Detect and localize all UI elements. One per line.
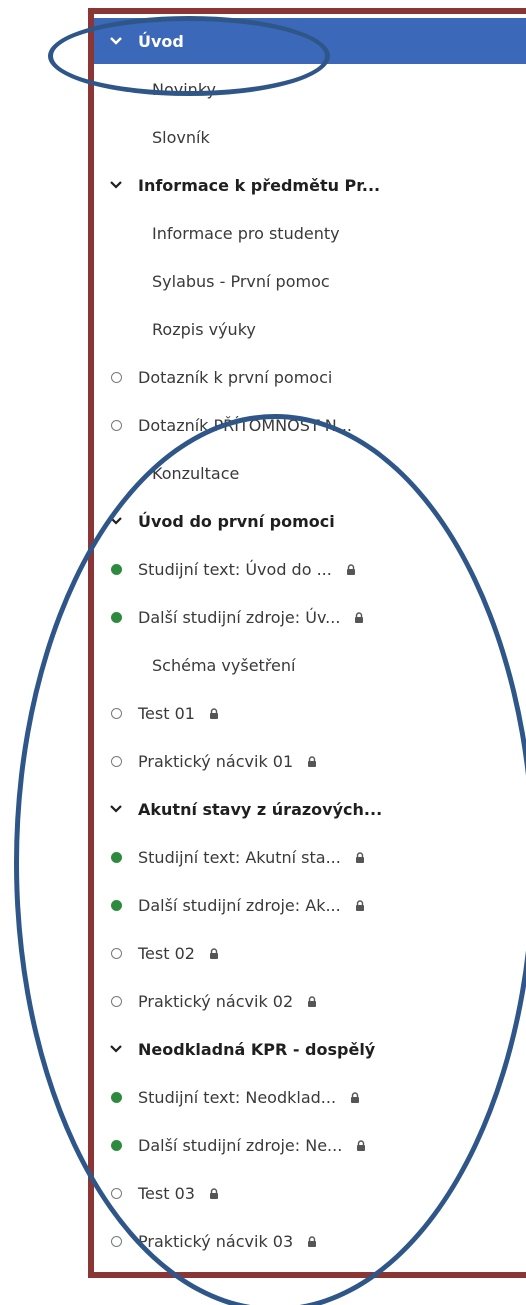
nav-item-dotaznik-prvni-pomoc[interactable]: Dotazník k první pomoci [94,358,526,396]
lock-icon [209,1188,219,1199]
lock-icon [355,852,365,863]
lock-icon [354,612,364,623]
nav-item-label: Další studijní zdroje: Ne... [138,1135,343,1155]
nav-section-uvod-do-prvni-pomoci[interactable]: Úvod do první pomoci [94,502,526,540]
lock-icon [209,708,219,719]
nav-item-konzultace[interactable]: Konzultace [94,454,526,492]
nav-item-label: Dotazník PŘÍTOMNOST N... [138,415,352,435]
nav-item-label: Rozpis výuky [152,319,256,339]
nav-item-label: Dotazník k první pomoci [138,367,333,387]
nav-item-test-01[interactable]: Test 01 [94,694,526,732]
nav-item-label: Sylabus - První pomoc [152,271,330,291]
chevron-down-icon[interactable] [94,1044,138,1054]
completed-status-icon [94,563,138,575]
nav-item-dotaznik-pritomnost[interactable]: Dotazník PŘÍTOMNOST N... [94,406,526,444]
nav-item-test-02[interactable]: Test 02 [94,934,526,972]
nav-item-label: Test 01 [138,703,195,723]
incomplete-status-icon [94,1235,138,1247]
chevron-down-icon[interactable] [94,36,138,46]
nav-item-prakticky-nacvik-01[interactable]: Praktický nácvik 01 [94,742,526,780]
nav-item-label: Studijní text: Úvod do ... [138,559,332,579]
nav-item-uvod[interactable]: Úvod [94,18,526,64]
nav-item-studijni-text-3[interactable]: Studijní text: Neodklad... [94,1078,526,1116]
nav-item-prakticky-nacvik-03[interactable]: Praktický nácvik 03 [94,1222,526,1260]
nav-item-studijni-text-2[interactable]: Studijní text: Akutní sta... [94,838,526,876]
incomplete-status-icon [94,947,138,959]
nav-item-rozpis-vyuky[interactable]: Rozpis výuky [94,310,526,348]
lock-icon [346,564,356,575]
nav-item-label: Praktický nácvik 02 [138,991,294,1011]
incomplete-status-icon [94,755,138,767]
completed-status-icon [94,611,138,623]
nav-item-novinky[interactable]: Novinky [94,70,526,108]
nav-item-label: Další studijní zdroje: Ak... [138,895,341,915]
nav-item-label: Další studijní zdroje: Úv... [138,607,341,627]
nav-item-label: Test 02 [138,943,195,963]
nav-section-label: Úvod do první pomoci [138,511,335,531]
nav-item-informace-pro-studenty[interactable]: Informace pro studenty [94,214,526,252]
lock-icon [355,900,365,911]
nav-item-label: Test 03 [138,1183,195,1203]
nav-item-label: Praktický nácvik 01 [138,751,294,771]
chevron-down-icon[interactable] [94,804,138,814]
nav-item-label: Konzultace [152,463,240,483]
completed-status-icon [94,899,138,911]
completed-status-icon [94,1091,138,1103]
lock-icon [307,1236,317,1247]
nav-item-label: Studijní text: Neodklad... [138,1087,337,1107]
nav-item-label: Úvod [138,31,184,51]
nav-item-label: Studijní text: Akutní sta... [138,847,341,867]
nav-item-dalsi-zdroje-2[interactable]: Další studijní zdroje: Ak... [94,886,526,924]
nav-item-dalsi-zdroje-3[interactable]: Další studijní zdroje: Ne... [94,1126,526,1164]
nav-section-neodkladna-kpr[interactable]: Neodkladná KPR - dospělý [94,1030,526,1068]
lock-icon [356,1140,366,1151]
nav-item-label: Informace pro studenty [152,223,340,243]
nav-section-label: Akutní stavy z úrazových... [138,799,383,819]
screenshot-stage: Úvod Novinky Slovník Informace k předmět… [0,0,526,1305]
nav-section-label: Informace k předmětu Pr... [138,175,381,195]
nav-item-prakticky-nacvik-02[interactable]: Praktický nácvik 02 [94,982,526,1020]
nav-item-label: Praktický nácvik 03 [138,1231,294,1251]
nav-section-informace[interactable]: Informace k předmětu Pr... [94,166,526,204]
nav-item-slovnik[interactable]: Slovník [94,118,526,156]
nav-item-schema-vysetreni[interactable]: Schéma vyšetření [94,646,526,684]
nav-item-studijni-text-1[interactable]: Studijní text: Úvod do ... [94,550,526,588]
nav-section-akutni-stavy[interactable]: Akutní stavy z úrazových... [94,790,526,828]
course-index-nav: Úvod Novinky Slovník Informace k předmět… [94,14,526,1274]
incomplete-status-icon [94,995,138,1007]
lock-icon [307,996,317,1007]
lock-icon [209,948,219,959]
incomplete-status-icon [94,419,138,431]
nav-item-dalsi-zdroje-1[interactable]: Další studijní zdroje: Úv... [94,598,526,636]
nav-item-label: Schéma vyšetření [152,655,296,675]
nav-item-label: Novinky [152,79,216,99]
nav-item-test-03[interactable]: Test 03 [94,1174,526,1212]
chevron-down-icon[interactable] [94,516,138,526]
nav-item-sylabus[interactable]: Sylabus - První pomoc [94,262,526,300]
incomplete-status-icon [94,371,138,383]
incomplete-status-icon [94,1187,138,1199]
nav-item-label: Slovník [152,127,210,147]
lock-icon [350,1092,360,1103]
lock-icon [307,756,317,767]
incomplete-status-icon [94,707,138,719]
chevron-down-icon[interactable] [94,180,138,190]
nav-section-label: Neodkladná KPR - dospělý [138,1039,376,1059]
completed-status-icon [94,1139,138,1151]
completed-status-icon [94,851,138,863]
